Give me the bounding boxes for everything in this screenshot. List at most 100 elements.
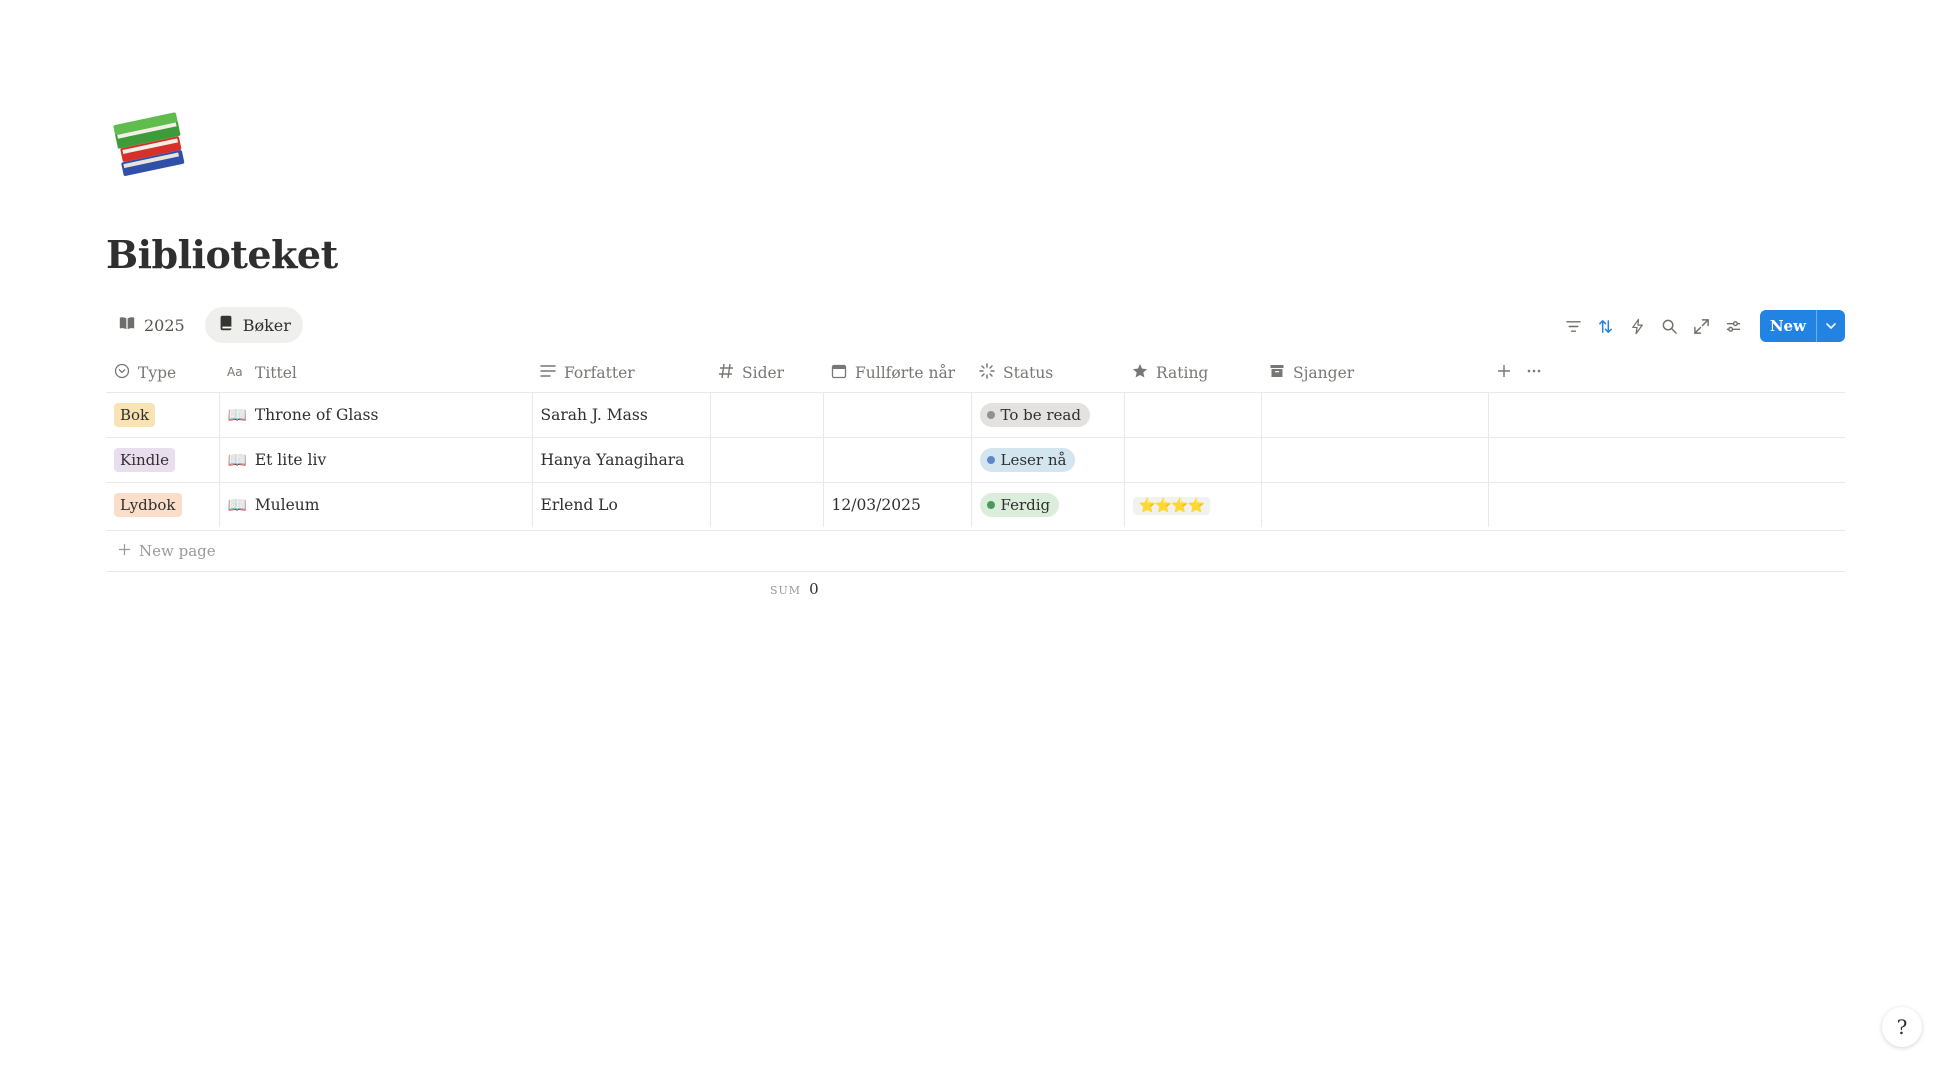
genre-cell[interactable] <box>1260 437 1488 483</box>
open-book-icon: 📖 <box>227 406 247 424</box>
column-header-status[interactable]: Status <box>971 354 1124 393</box>
new-button[interactable]: New <box>1759 310 1845 342</box>
sort-icon[interactable] <box>1590 310 1622 342</box>
type-tag: Lydbok <box>114 493 182 517</box>
status-badge: To be read <box>979 403 1090 427</box>
empty-cell <box>1487 437 1845 483</box>
pages-cell[interactable] <box>709 437 823 483</box>
plus-icon <box>118 542 131 560</box>
genre-cell[interactable] <box>1260 482 1488 527</box>
column-label: Forfatter <box>564 364 635 382</box>
title-cell[interactable]: 📖 Et lite liv <box>218 437 532 483</box>
tab-boker-label: Bøker <box>242 315 291 335</box>
filter-icon[interactable] <box>1558 310 1590 342</box>
title-cell[interactable]: 📖 Throne of Glass <box>218 392 532 438</box>
books-icon[interactable] <box>110 104 192 186</box>
type-cell[interactable]: Bok <box>106 392 219 438</box>
open-book-icon: 📖 <box>227 496 247 514</box>
text-icon: Aa <box>227 363 247 383</box>
column-header-rating[interactable]: Rating <box>1124 354 1261 393</box>
tab-2025-label: 2025 <box>144 315 185 335</box>
empty-cell <box>1487 482 1845 527</box>
status-cell[interactable]: To be read <box>970 392 1124 438</box>
chevron-down-icon[interactable] <box>1816 310 1845 342</box>
sum-value: 0 <box>809 580 819 598</box>
status-icon <box>979 363 995 383</box>
tab-2025[interactable]: 2025 <box>106 307 197 343</box>
finished-cell[interactable] <box>822 437 971 483</box>
archive-icon <box>1269 363 1285 383</box>
status-dot <box>986 456 995 464</box>
finished-cell[interactable] <box>822 392 971 438</box>
author-cell[interactable]: Hanya Yanagihara <box>531 437 710 483</box>
page-title[interactable]: Biblioteket <box>106 232 338 277</box>
table-row[interactable]: Bok 📖 Throne of Glass Sarah J. Mass To be… <box>106 392 1845 438</box>
column-label: Sjanger <box>1293 364 1355 382</box>
column-label: Type <box>138 364 177 382</box>
column-header-tittel[interactable]: Aa Tittel <box>219 354 532 393</box>
finished-cell[interactable]: 12/03/2025 <box>822 482 971 527</box>
rating-cell[interactable]: ⭐⭐⭐⭐ <box>1123 482 1261 527</box>
column-label: Status <box>1003 364 1054 382</box>
book-icon <box>217 314 235 336</box>
new-button-label[interactable]: New <box>1760 310 1816 342</box>
status-badge: Leser nå <box>979 448 1076 472</box>
column-label: Tittel <box>255 364 297 382</box>
author-cell[interactable]: Erlend Lo <box>531 482 710 527</box>
pages-cell[interactable] <box>709 482 823 527</box>
search-icon[interactable] <box>1654 310 1686 342</box>
calendar-icon <box>831 363 847 383</box>
title-text: Et lite liv <box>254 451 327 469</box>
lines-icon <box>540 363 556 383</box>
plus-icon[interactable] <box>1496 363 1512 383</box>
open-book-icon: 📖 <box>227 451 247 469</box>
column-header-forfatter[interactable]: Forfatter <box>532 354 710 393</box>
title-text: Throne of Glass <box>254 406 379 424</box>
table-row[interactable]: Lydbok 📖 Muleum Erlend Lo 12/03/2025 Ferd… <box>106 482 1845 527</box>
sum-label: SUM <box>770 584 802 597</box>
column-label: Rating <box>1156 364 1209 382</box>
open-book-icon <box>118 314 136 336</box>
type-tag: Bok <box>114 403 156 427</box>
rating-cell[interactable] <box>1123 392 1261 438</box>
ellipsis-icon[interactable] <box>1526 363 1542 383</box>
pages-cell[interactable] <box>709 392 823 438</box>
empty-cell <box>1487 392 1845 438</box>
type-tag: Kindle <box>114 448 175 472</box>
status-label: Leser nå <box>1000 451 1067 469</box>
status-label: To be read <box>1000 406 1081 424</box>
rating-cell[interactable] <box>1123 437 1261 483</box>
status-dot <box>986 411 995 419</box>
type-cell[interactable]: Lydbok <box>106 482 219 527</box>
type-cell[interactable]: Kindle <box>106 437 219 483</box>
status-dot <box>986 501 995 509</box>
column-label: Sider <box>742 364 785 382</box>
title-cell[interactable]: 📖 Muleum <box>218 482 532 527</box>
column-header-fullforte[interactable]: Fullførte når <box>823 354 971 393</box>
tab-boker[interactable]: Bøker <box>204 307 303 343</box>
status-cell[interactable]: Ferdig <box>970 482 1124 527</box>
status-badge: Ferdig <box>979 493 1060 517</box>
genre-cell[interactable] <box>1260 392 1488 438</box>
sum-calculation[interactable]: SUM 0 <box>770 580 819 598</box>
view-tabs: 2025 Bøker <box>106 307 303 343</box>
table-row[interactable]: Kindle 📖 Et lite liv Hanya Yanagihara Les… <box>106 437 1845 483</box>
new-page-button[interactable]: New page <box>106 530 1845 572</box>
expand-icon[interactable] <box>1686 310 1718 342</box>
lightning-icon[interactable] <box>1622 310 1654 342</box>
column-header-type[interactable]: Type <box>106 354 219 393</box>
author-cell[interactable]: Sarah J. Mass <box>531 392 710 438</box>
new-page-label: New page <box>139 542 216 560</box>
column-header-sjanger[interactable]: Sjanger <box>1261 354 1488 393</box>
status-label: Ferdig <box>1000 496 1051 514</box>
select-icon <box>114 363 130 383</box>
table-header-row: Type Aa Tittel Forfatter Sider Fullførte… <box>106 354 1845 393</box>
status-cell[interactable]: Leser nå <box>970 437 1124 483</box>
svg-text:Aa: Aa <box>227 365 243 379</box>
database-table: Type Aa Tittel Forfatter Sider Fullførte… <box>106 354 1845 527</box>
help-icon[interactable]: ? <box>1882 1007 1922 1047</box>
column-header-sider[interactable]: Sider <box>710 354 823 393</box>
star-icon <box>1132 363 1148 383</box>
column-label: Fullførte når <box>855 364 956 382</box>
settings-icon[interactable] <box>1718 310 1750 342</box>
